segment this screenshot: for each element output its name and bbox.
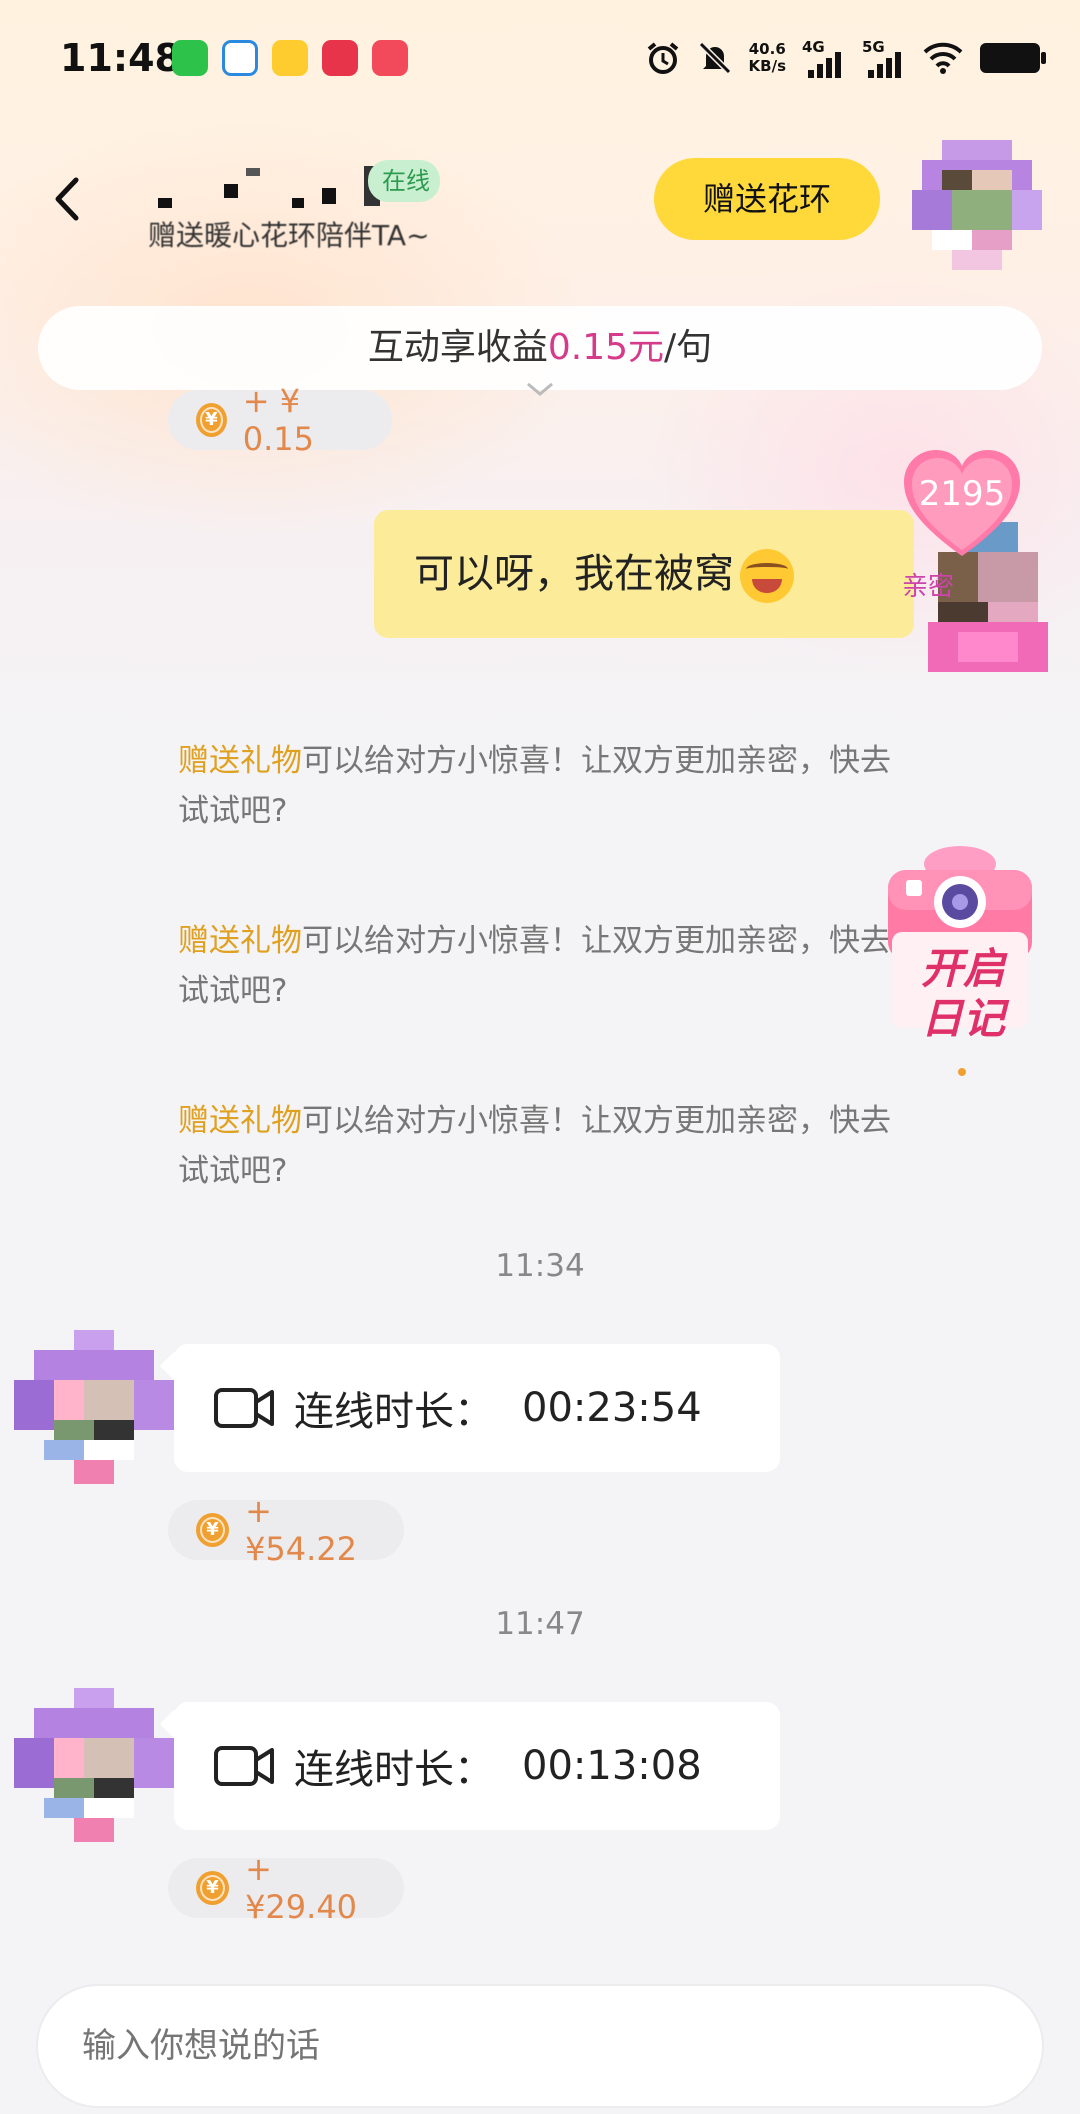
video-camera-icon [214, 1746, 274, 1786]
gift-tip: 赠送礼物可以给对方小惊喜！让双方更加亲密，快去试试吧? [178, 1096, 918, 1196]
gift-tip: 赠送礼物可以给对方小惊喜！让双方更加亲密，快去试试吧? [178, 736, 918, 836]
earning-pill: ¥ +¥54.22 [168, 1492, 404, 1568]
coin-icon: ¥ [196, 403, 227, 437]
speed-value: 40.6 [748, 40, 786, 58]
earning-pill: ¥ + ¥ 0.15 [168, 382, 392, 458]
banner-suffix: /句 [664, 327, 713, 368]
battery-icon [980, 43, 1046, 73]
status-time: 11:48 [60, 36, 181, 80]
signal-4g: 4G [802, 38, 846, 78]
call-duration-bubble[interactable]: 连线时长： 00:13:08 [174, 1702, 780, 1830]
send-garland-button[interactable]: 赠送花环 [654, 158, 880, 240]
status-bar: 11:48 40.6 KB/s 4G 5G [0, 0, 1080, 120]
message-timestamp: 11:34 [495, 1248, 585, 1284]
earning-amount: +¥54.22 [245, 1492, 358, 1568]
call-duration-value: 00:13:08 [522, 1743, 702, 1789]
network-speed: 40.6 KB/s [749, 41, 786, 75]
video-camera-icon [214, 1388, 274, 1428]
message-input[interactable] [36, 1984, 1044, 2108]
gift-tip-link[interactable]: 赠送礼物 [178, 923, 302, 959]
earning-pill: ¥ +¥29.40 [168, 1850, 404, 1926]
coin-icon: ¥ [196, 1513, 230, 1547]
earning-amount: +¥29.40 [245, 1850, 358, 1926]
system-icons: 40.6 KB/s 4G 5G [645, 38, 1046, 78]
gift-tip: 赠送礼物可以给对方小惊喜！让双方更加亲密，快去试试吧? [178, 916, 918, 1016]
diary-label-line2: 日记 [920, 994, 1005, 1043]
header-subtitle: 赠送暖心花环陪伴TA~ [148, 219, 430, 252]
speed-unit: KB/s [748, 57, 786, 75]
chevron-down-icon[interactable] [520, 378, 560, 400]
laughing-emoji-icon [740, 549, 794, 603]
open-diary-label[interactable]: 开启 日记 [898, 944, 1028, 1044]
diary-label-line1: 开启 [920, 944, 1005, 993]
alarm-icon [647, 42, 678, 74]
video-app-icon [372, 40, 408, 76]
call-duration-label: 连线时长： [294, 1389, 494, 1435]
call-duration-bubble[interactable]: 连线时长： 00:23:54 [174, 1344, 780, 1472]
store-app-icon [322, 40, 358, 76]
contact-avatar-small[interactable] [14, 1688, 174, 1848]
message-timestamp: 11:47 [495, 1606, 585, 1642]
banner-prefix: 互动享收益 [367, 327, 548, 368]
flower-app-icon [272, 40, 308, 76]
online-status-badge: 在线 [368, 160, 440, 202]
earning-amount: + ¥ 0.15 [242, 382, 314, 458]
coin-icon: ¥ [196, 1871, 230, 1905]
call-duration-label: 连线时长： [294, 1747, 494, 1793]
call-duration-value: 00:23:54 [522, 1385, 702, 1431]
wechat-icon [172, 40, 208, 76]
diary-indicator-dot [958, 1068, 966, 1076]
qq-icon [222, 40, 258, 76]
intimacy-value: 2195 [918, 474, 1006, 514]
wifi-icon [923, 42, 963, 74]
notification-icons [172, 40, 408, 76]
banner-amount: 0.15元 [547, 327, 665, 368]
back-arrow-icon[interactable] [40, 164, 100, 234]
outgoing-message-text: 可以呀，我在被窝 [414, 551, 734, 597]
signal-5g: 5G [862, 38, 906, 78]
contact-avatar-small[interactable] [14, 1330, 174, 1490]
mute-bell-icon [698, 41, 731, 75]
outgoing-message-bubble[interactable]: 可以呀，我在被窝 [374, 510, 914, 638]
contact-avatar[interactable] [912, 140, 1042, 270]
gift-tip-link[interactable]: 赠送礼物 [178, 743, 302, 779]
gift-tip-link[interactable]: 赠送礼物 [178, 1103, 302, 1139]
intimacy-label: 亲密 [902, 572, 955, 602]
contact-name-redacted [150, 158, 380, 208]
